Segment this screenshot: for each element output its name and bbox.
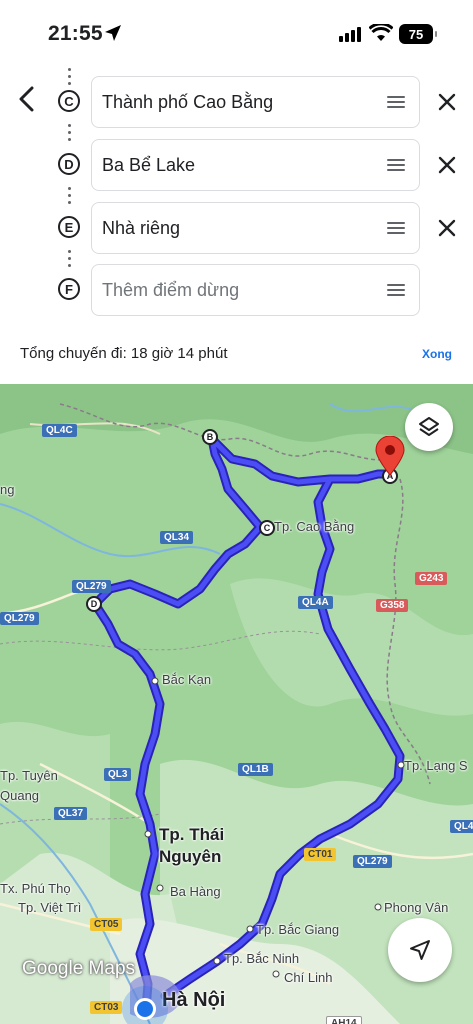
stop-field-c-text: Thành phố Cao Bằng bbox=[102, 91, 274, 112]
close-icon bbox=[438, 156, 456, 174]
remove-stop-c-button[interactable] bbox=[433, 88, 461, 116]
road-shield: QL4C bbox=[42, 424, 77, 437]
layers-button[interactable] bbox=[405, 403, 453, 451]
cellular-signal-icon bbox=[339, 26, 361, 42]
drag-handle-icon[interactable] bbox=[387, 284, 405, 296]
stop-field-d[interactable]: Ba Bể Lake bbox=[91, 139, 420, 191]
remove-stop-e-button[interactable] bbox=[433, 214, 461, 242]
wifi-icon bbox=[369, 24, 393, 41]
place-label: Phong Vân bbox=[384, 900, 449, 915]
drag-handle-icon[interactable] bbox=[387, 159, 405, 171]
road-shield: G243 bbox=[415, 572, 448, 585]
stop-letter-d: D bbox=[58, 153, 80, 175]
drag-handle-icon[interactable] bbox=[387, 96, 405, 108]
directions-panel: C Thành phố Cao Bằng D Ba Bể Lake E Nhà … bbox=[0, 64, 473, 384]
screen: 21:55 75 C Thành phố Cao Bằng D Ba Bể La… bbox=[0, 0, 473, 1024]
stop-field-e[interactable]: Nhà riêng bbox=[91, 202, 420, 254]
add-stop-input[interactable]: Thêm điểm dừng bbox=[91, 264, 420, 316]
road-shield: QL4A bbox=[298, 596, 333, 609]
stop-field-e-text: Nhà riêng bbox=[102, 217, 181, 238]
waypoint-marker-b[interactable]: B bbox=[202, 429, 218, 445]
place-label: Bắc Kạn bbox=[162, 672, 212, 687]
place-label: Tp. Tuyên bbox=[0, 768, 58, 783]
layers-icon bbox=[419, 417, 439, 436]
place-label: Tp. Thái bbox=[159, 825, 225, 844]
stop-row-c: C Thành phố Cao Bằng bbox=[0, 76, 473, 128]
current-location-dot bbox=[134, 998, 156, 1020]
road-shield: QL3 bbox=[104, 768, 132, 781]
navigation-arrow-icon bbox=[410, 940, 430, 960]
stop-row-f: F Thêm điểm dừng bbox=[0, 264, 473, 316]
place-label: Tx. Phú Thọ bbox=[0, 881, 71, 896]
road-shield: QL37 bbox=[54, 807, 88, 820]
remove-stop-d-button[interactable] bbox=[433, 151, 461, 179]
stop-row-e: E Nhà riêng bbox=[0, 202, 473, 254]
status-time: 21:55 bbox=[48, 22, 103, 45]
stop-field-c[interactable]: Thành phố Cao Bằng bbox=[91, 76, 420, 128]
google-maps-logo: Google Maps bbox=[22, 958, 136, 979]
close-icon bbox=[438, 93, 456, 111]
drag-handle-icon[interactable] bbox=[387, 222, 405, 234]
place-label: Tp. Việt Trì bbox=[18, 900, 82, 915]
stop-letter-c: C bbox=[58, 90, 80, 112]
stop-field-d-text: Ba Bể Lake bbox=[102, 154, 196, 175]
waypoint-marker-c[interactable]: C bbox=[259, 520, 275, 536]
road-shield: QL34 bbox=[160, 531, 194, 544]
road-shield: CT03 bbox=[90, 1001, 123, 1014]
road-shield: AH14 bbox=[326, 1016, 362, 1024]
location-arrow-icon bbox=[105, 25, 121, 41]
waypoint-marker-d[interactable]: D bbox=[86, 596, 102, 612]
add-stop-placeholder: Thêm điểm dừng bbox=[102, 279, 240, 300]
total-trip-time: Tổng chuyến đi: 18 giờ 14 phút bbox=[20, 345, 228, 362]
destination-pin-icon[interactable] bbox=[374, 436, 406, 476]
place-label: Ba Hàng bbox=[170, 884, 221, 899]
stop-letter-f: F bbox=[58, 278, 80, 300]
road-shield: QL279 bbox=[0, 612, 39, 625]
place-label: ng bbox=[0, 482, 15, 497]
navigation-button[interactable] bbox=[388, 918, 452, 982]
battery-indicator: 75 bbox=[399, 24, 437, 44]
place-label: Chí Linh bbox=[284, 970, 333, 985]
place-label: Tp. Bắc Ninh bbox=[224, 951, 300, 966]
road-shield: QL279 bbox=[353, 855, 392, 868]
done-button[interactable]: Xong bbox=[422, 347, 452, 361]
place-label: Tp. Lạng S bbox=[404, 758, 468, 773]
place-label: Tp. Cao Bằng bbox=[274, 519, 355, 534]
road-shield: QL4 bbox=[450, 820, 473, 833]
road-shield: CT01 bbox=[304, 848, 337, 861]
place-label: Tp. Bắc Giang bbox=[256, 922, 340, 937]
road-shield: CT05 bbox=[90, 918, 123, 931]
place-label-capital: Hà Nội bbox=[162, 989, 226, 1011]
place-label: Nguyên bbox=[159, 847, 222, 866]
status-bar: 21:55 75 bbox=[0, 0, 473, 64]
stop-letter-e: E bbox=[58, 216, 80, 238]
road-shield: QL1B bbox=[238, 763, 273, 776]
map-view[interactable]: QL4C QL34 QL279 QL279 QL4A G243 G358 QL3… bbox=[0, 384, 473, 1024]
place-label: Quang bbox=[0, 788, 40, 803]
close-icon bbox=[438, 219, 456, 237]
road-shield: QL279 bbox=[72, 580, 111, 593]
road-shield: G358 bbox=[376, 599, 409, 612]
stop-row-d: D Ba Bể Lake bbox=[0, 139, 473, 191]
